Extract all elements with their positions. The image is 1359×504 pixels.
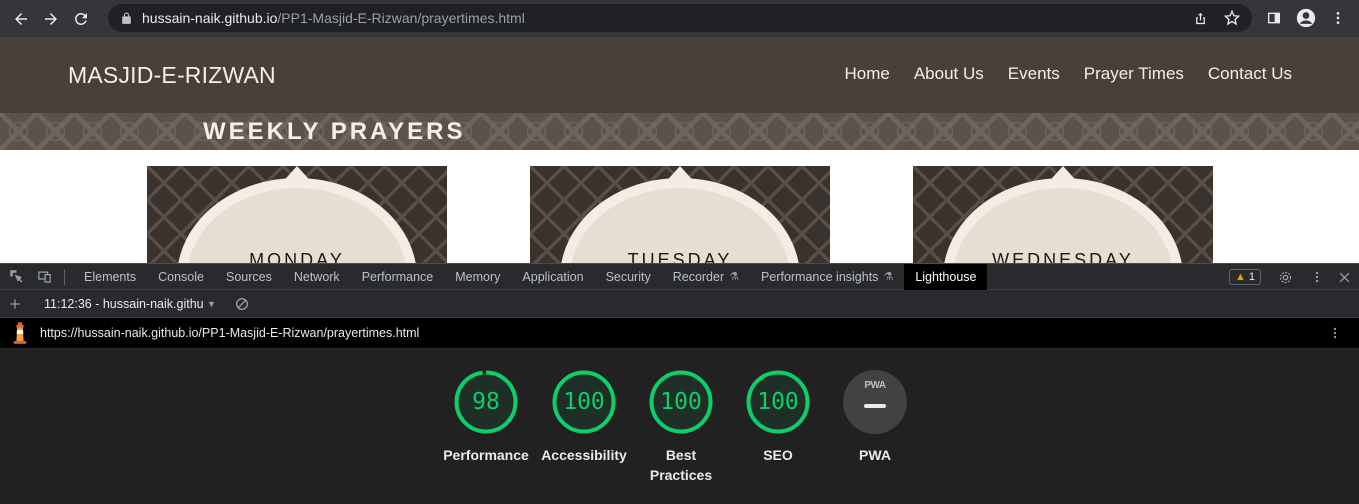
browser-menu-icon[interactable]	[1325, 5, 1351, 31]
report-url-bar: https://hussain-naik.github.io/PP1-Masji…	[0, 318, 1359, 349]
score-value: 100	[660, 389, 702, 415]
gauge-label: Accessibility	[541, 447, 627, 463]
day-label: TUESDAY	[627, 250, 733, 263]
tab-security[interactable]: Security	[595, 264, 662, 290]
day-card-monday: MONDAY	[147, 166, 447, 263]
tab-application[interactable]: Application	[511, 264, 594, 290]
lighthouse-logo-icon	[10, 321, 30, 345]
page-title: WEEKLY PRAYERS	[203, 118, 466, 145]
tab-console[interactable]: Console	[147, 264, 215, 290]
nav-home[interactable]: Home	[844, 64, 889, 84]
close-icon[interactable]	[1335, 264, 1353, 290]
flask-icon: ⚗	[729, 271, 740, 283]
reload-icon	[74, 12, 87, 25]
caret-down-icon: ▼	[207, 298, 216, 309]
gauge-label: Best Practices	[649, 447, 713, 483]
report-menu-icon[interactable]	[1325, 323, 1345, 343]
gauge-accessibility[interactable]: 100 Accessibility	[534, 370, 634, 465]
lock-icon	[120, 11, 134, 25]
pwa-dash-icon	[864, 404, 886, 408]
tab-memory[interactable]: Memory	[444, 264, 511, 290]
warnings-badge[interactable]: ▲ 1	[1228, 269, 1261, 285]
device-toolbar-icon[interactable]	[30, 264, 58, 290]
new-report-button[interactable]	[0, 290, 30, 318]
tab-sources[interactable]: Sources	[215, 264, 283, 290]
warning-count: 1	[1248, 271, 1255, 283]
forward-button[interactable]	[36, 4, 66, 34]
reload-button[interactable]	[66, 4, 96, 34]
url-path: /PP1-Masjid-E-Rizwan/prayertimes.html	[277, 10, 525, 26]
side-panel-icon[interactable]	[1261, 5, 1287, 31]
nav-prayer-times[interactable]: Prayer Times	[1084, 64, 1184, 84]
bookmark-star-icon[interactable]	[1220, 6, 1244, 30]
day-card-wednesday: WEDNESDAY	[913, 166, 1213, 263]
tab-recorder[interactable]: Recorder ⚗	[662, 264, 750, 290]
nav-about-us[interactable]: About Us	[914, 64, 984, 84]
score-value: 100	[757, 389, 799, 415]
pwa-badge-text: PWA	[864, 380, 886, 391]
score-value: 100	[563, 389, 605, 415]
report-url[interactable]: https://hussain-naik.github.io/PP1-Masji…	[40, 326, 419, 340]
tab-performance[interactable]: Performance	[351, 264, 445, 290]
arrow-right-icon	[45, 12, 57, 25]
url-text: hussain-naik.github.io/PP1-Masjid-E-Rizw…	[142, 10, 525, 26]
site-nav: Home About Us Events Prayer Times Contac…	[844, 64, 1292, 84]
day-label: WEDNESDAY	[992, 250, 1134, 263]
gauge-label: SEO	[763, 447, 793, 463]
warning-icon: ▲	[1234, 271, 1246, 283]
nav-events[interactable]: Events	[1008, 64, 1060, 84]
settings-gear-icon[interactable]	[1271, 264, 1299, 290]
gauge-pwa[interactable]: PWA PWA	[825, 370, 925, 465]
gauge-label: Performance	[443, 447, 529, 463]
pwa-badge: PWA	[843, 370, 907, 434]
site-header: MASJID-E-RIZWAN Home About Us Events Pra…	[0, 37, 1359, 113]
gauge-performance[interactable]: 98 Performance	[436, 370, 536, 465]
nav-contact-us[interactable]: Contact Us	[1208, 64, 1292, 84]
clear-reports-icon[interactable]	[233, 295, 251, 313]
browser-toolbar: hussain-naik.github.io/PP1-Masjid-E-Rizw…	[0, 0, 1359, 37]
profile-avatar-icon[interactable]	[1293, 5, 1319, 31]
day-label: MONDAY	[249, 250, 345, 263]
back-button[interactable]	[6, 4, 36, 34]
tab-network[interactable]: Network	[283, 264, 351, 290]
report-select[interactable]: 11:12:36 - hussain-naik.github.io ▼	[44, 297, 219, 311]
devtools-menu-icon[interactable]	[1309, 264, 1325, 290]
url-host: hussain-naik.github.io	[142, 10, 278, 26]
score-value: 98	[472, 389, 500, 415]
site-logo[interactable]: MASJID-E-RIZWAN	[68, 62, 276, 89]
inspect-element-icon[interactable]	[2, 264, 30, 290]
devtools-tab-bar: Elements Console Sources Network Perform…	[0, 263, 1359, 290]
tab-lighthouse[interactable]: Lighthouse	[904, 263, 988, 290]
flask-icon: ⚗	[883, 271, 894, 283]
tab-performance-insights[interactable]: Performance insights ⚗	[750, 264, 904, 290]
plus-icon	[10, 298, 20, 309]
share-icon[interactable]	[1188, 6, 1212, 30]
gauge-best-practices[interactable]: 100 Best Practices	[631, 370, 731, 485]
day-card-tuesday: TUESDAY	[530, 166, 830, 263]
address-bar[interactable]: hussain-naik.github.io/PP1-Masjid-E-Rizw…	[108, 4, 1252, 32]
gauge-label: PWA	[859, 447, 891, 463]
lighthouse-toolbar: 11:12:36 - hussain-naik.github.io ▼	[0, 290, 1359, 318]
arrow-left-icon	[15, 12, 27, 25]
gauge-seo[interactable]: 100 SEO	[728, 370, 828, 465]
tab-elements[interactable]: Elements	[73, 264, 147, 290]
